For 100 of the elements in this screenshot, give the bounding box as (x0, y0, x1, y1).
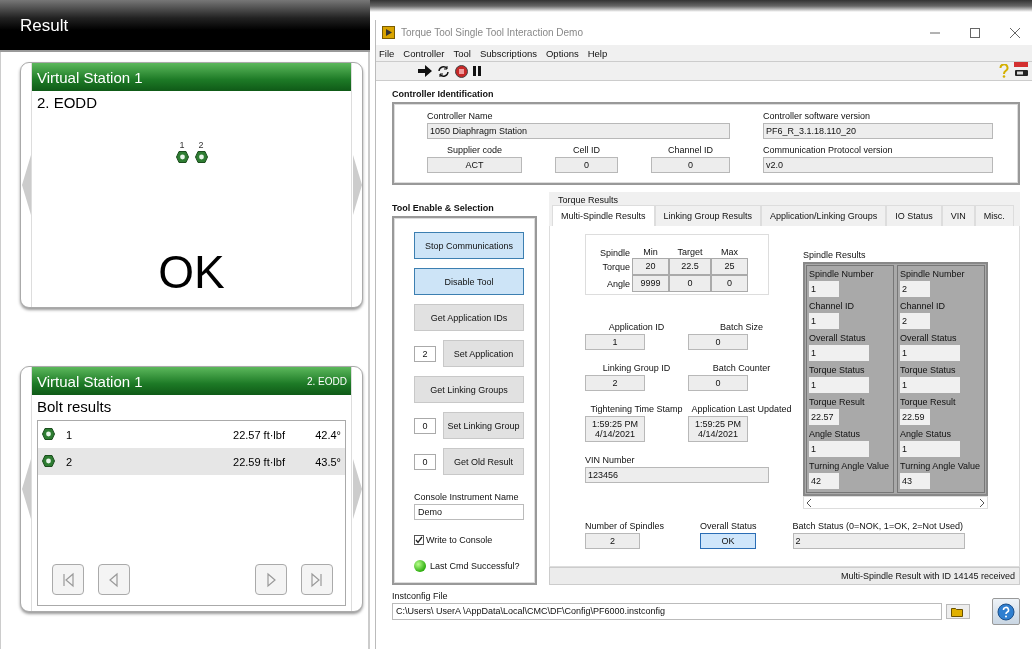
run-arrow-icon[interactable] (418, 65, 432, 77)
value-field: 22.57 (809, 409, 839, 425)
action-button[interactable]: Stop Communications (414, 232, 524, 259)
column-header: Min (642, 247, 659, 258)
tab[interactable]: Application/Linking Groups (761, 205, 887, 226)
value-field: 0 (688, 375, 748, 391)
tab[interactable]: VIN (941, 205, 975, 226)
value-field: 1 (900, 345, 960, 361)
group-title: Torque Results (557, 194, 620, 205)
panel-title: Result (20, 16, 69, 36)
field-label: Overall Status (900, 332, 958, 345)
row-label: Torque (601, 261, 631, 272)
number-input[interactable]: 0 (414, 453, 436, 470)
field-label: Application Last Updated (690, 404, 793, 414)
stop-icon[interactable] (455, 64, 468, 78)
value-field: ACT (427, 157, 522, 173)
value-field: 1 (900, 441, 960, 457)
scroll-left-icon[interactable] (807, 498, 812, 507)
action-button[interactable]: Get Linking Groups (414, 376, 524, 403)
action-button[interactable]: Get Application IDs (414, 304, 524, 331)
value-field: 43 (900, 473, 930, 489)
scroll-right-icon[interactable] (979, 498, 984, 507)
tab[interactable]: Misc. (974, 205, 1014, 226)
field-label: Spindle Number (900, 268, 966, 281)
field-label: Spindle Number (809, 268, 875, 281)
value-field: 1 (809, 345, 869, 361)
help-button[interactable] (992, 598, 1020, 625)
angle-cell-text: 43.5° (314, 455, 342, 468)
field-label: Channel ID (900, 300, 947, 313)
led-label: Last Cmd Successful? (430, 561, 520, 571)
menu-item[interactable]: Subscriptions (479, 47, 537, 59)
field-label: Torque Result (900, 396, 957, 409)
field-label: Cell ID (572, 145, 601, 155)
pause-icon[interactable] (473, 66, 481, 76)
tab[interactable]: IO Status (886, 205, 942, 226)
bolt-number: 1 (179, 140, 185, 150)
action-button[interactable]: Disable Tool (414, 268, 524, 295)
number-input[interactable]: 0 (414, 417, 436, 434)
value-field: 0 (555, 157, 618, 173)
section-title: Tool Enable & Selection (392, 203, 495, 213)
column-header: Target (676, 247, 704, 258)
field-label: Channel ID (667, 145, 714, 155)
menu-item[interactable]: File (379, 47, 395, 59)
value-field: 2 (900, 313, 930, 329)
field-label: VIN Number (585, 455, 635, 465)
field-label: Batch Size (719, 322, 764, 332)
cycle-icon[interactable] (437, 64, 450, 78)
app-icon (382, 26, 395, 39)
menu-item[interactable]: Help (587, 47, 608, 59)
text-input[interactable]: Demo (414, 504, 524, 520)
tab[interactable]: Multi-Spindle Results (552, 205, 655, 226)
field-label: Console Instrument Name (414, 492, 519, 502)
value-field: 1 (809, 441, 869, 457)
hex-nut-icon (175, 151, 189, 163)
field-label: Supplier code (445, 145, 503, 155)
hex-nut-icon (42, 454, 55, 467)
value-field: 1:59:25 PM 4/14/2021 (585, 416, 645, 442)
horizontal-scrollbar[interactable] (803, 496, 988, 509)
hex-nut-icon (194, 151, 208, 163)
angle-cell-text: 42.4° (314, 428, 342, 441)
field-label: Linking Group ID (601, 363, 672, 373)
menu-item[interactable]: Tool (453, 47, 471, 59)
limit-value: 25 (711, 258, 748, 275)
field-label: Number of Spindles (585, 521, 665, 531)
checkbox[interactable] (414, 535, 424, 545)
field-label: Batch Status (0=NOK, 1=OK, 2=Not Used) (792, 521, 963, 531)
hex-nut-icon (42, 427, 55, 440)
action-button[interactable]: Set Application (443, 340, 524, 367)
bolt-number: 2 (65, 455, 74, 468)
program-name: 2. EODD (307, 375, 347, 387)
number-input[interactable]: 2 (414, 345, 436, 362)
limit-value: 0 (711, 275, 748, 292)
value-field: 2 (585, 533, 640, 549)
menu-item[interactable]: Options (545, 47, 579, 59)
torque-cell-text: 22.57 ft·lbf (232, 428, 286, 441)
field-label: Torque Status (900, 364, 957, 377)
menu-item[interactable]: Controller (403, 47, 445, 59)
field-label: Turning Angle Value (809, 460, 891, 473)
value-field: 2 (585, 375, 645, 391)
bolt-results-heading: Bolt results (36, 397, 113, 417)
value-field: OK (700, 533, 757, 549)
bolt-row[interactable]: 2 22.59 ft·lbf 43.5° (38, 448, 345, 475)
field-label: Communication Protocol version (763, 145, 893, 155)
value-field: 0 (651, 157, 730, 173)
tab[interactable]: Linking Group Results (654, 205, 762, 226)
value-field: 1:59:25 PM 4/14/2021 (688, 416, 748, 442)
bolt-number: 2 (198, 140, 204, 150)
torque-cell-text: 22.59 ft·lbf (232, 455, 286, 468)
value-field: 1 (585, 334, 645, 350)
action-button[interactable]: Get Old Result (443, 448, 524, 475)
value-field: 22.59 (900, 409, 930, 425)
program-name: 2. EODD (36, 93, 98, 113)
path-field[interactable]: C:\Users\ UserA \AppData\Local\CMC\DF\Config\PF6000.instconfig (392, 603, 942, 620)
maximize-icon (970, 27, 980, 38)
station-title: Virtual Station 1 (37, 68, 143, 86)
field-label: Angle Status (809, 428, 862, 441)
action-button[interactable]: Set Linking Group (443, 412, 524, 439)
browse-button[interactable] (946, 604, 970, 619)
status-message: Multi-Spindle Result with ID 14145 received (840, 571, 1015, 581)
field-label: Turning Angle Value (900, 460, 982, 473)
